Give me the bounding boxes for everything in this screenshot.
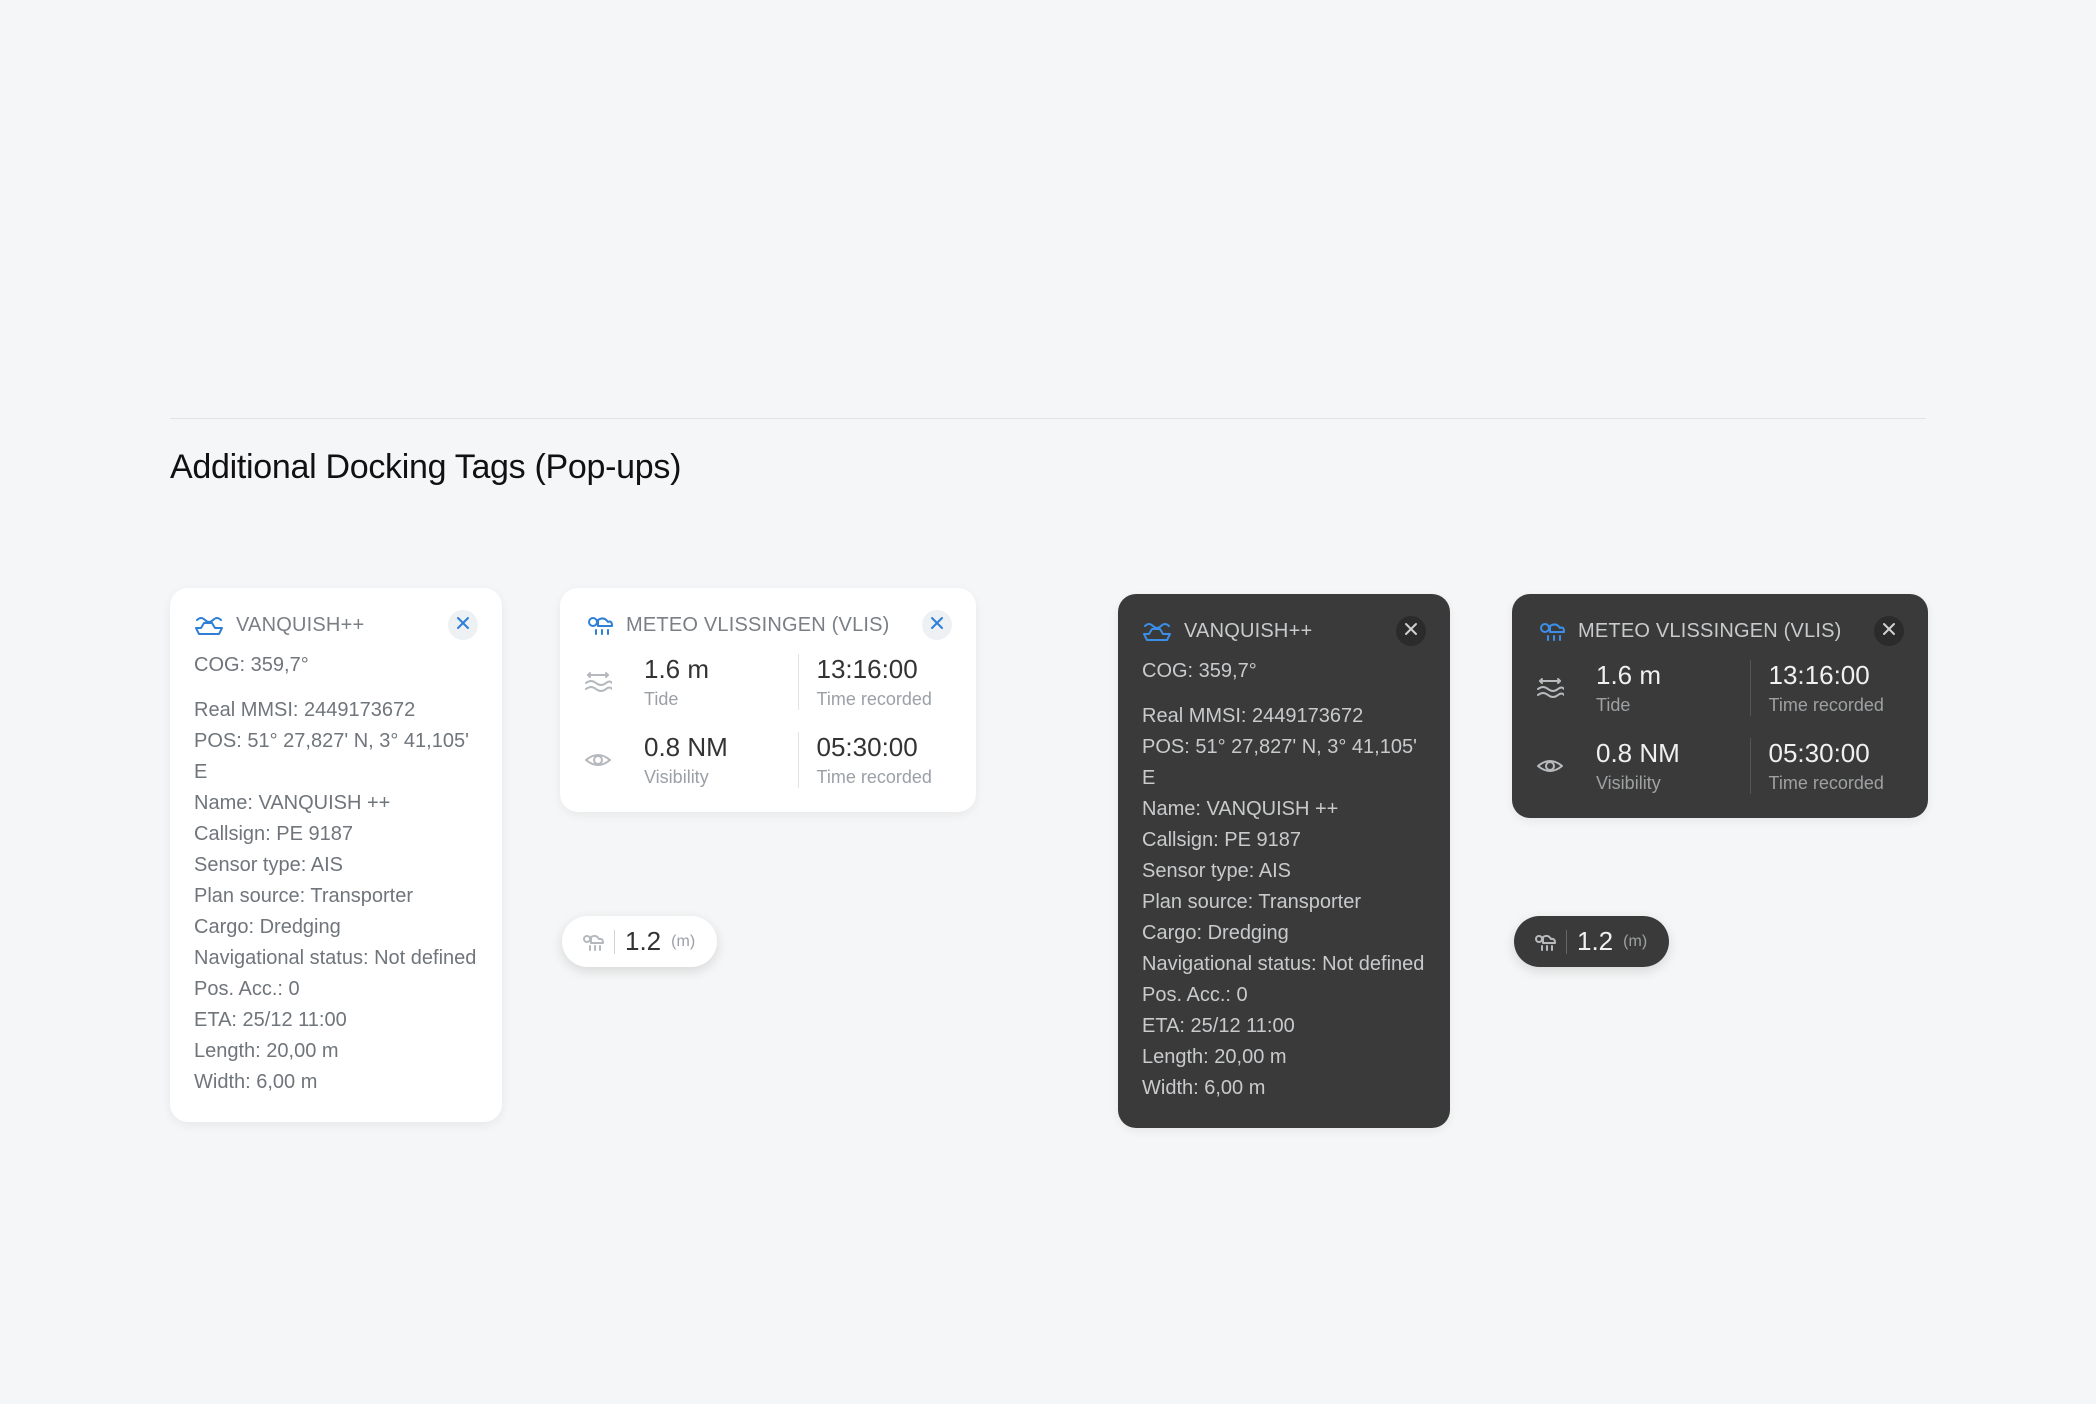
detail-row: Real MMSI: 2449173672	[194, 695, 478, 726]
card-title: METEO VLISSINGEN (VLIS)	[1578, 620, 1842, 643]
visibility-label: Visibility	[1596, 773, 1732, 794]
tide-cell: 1.6 m Tide	[644, 654, 780, 710]
time-label: Time recorded	[1769, 773, 1905, 794]
visibility-label: Visibility	[644, 767, 780, 788]
vessel-popup-dark: VANQUISH++ COG: 359,7° Real MMSI: 244917…	[1118, 594, 1450, 1128]
card-title: VANQUISH++	[1184, 620, 1312, 643]
visibility-cell: 0.8 NM Visibility	[644, 732, 780, 788]
detail-row: Cargo: Dredging	[1142, 918, 1426, 949]
ship-icon	[194, 614, 224, 636]
separator	[1750, 738, 1751, 794]
separator	[798, 654, 799, 710]
meteo-readings: 1.6 m Tide 13:16:00 Time recorded 0.8 NM…	[1536, 660, 1904, 794]
vessel-details: Real MMSI: 2449173672 POS: 51° 27,827' N…	[194, 695, 478, 1098]
card-header: METEO VLISSINGEN (VLIS)	[584, 610, 952, 640]
vessel-details: Real MMSI: 2449173672 POS: 51° 27,827' N…	[1142, 701, 1426, 1104]
close-icon	[1882, 622, 1896, 641]
detail-row: Cargo: Dredging	[194, 912, 478, 943]
close-button[interactable]	[448, 610, 478, 640]
tide-label: Tide	[1596, 695, 1732, 716]
meteo-popup-dark: METEO VLISSINGEN (VLIS) 1.6 m Tide 13:16…	[1512, 594, 1928, 818]
tide-icon	[584, 671, 626, 693]
separator	[1750, 660, 1751, 716]
eye-icon	[1536, 756, 1578, 776]
time-label: Time recorded	[1769, 695, 1905, 716]
close-icon	[456, 616, 470, 635]
visibility-time-cell: 05:30:00 Time recorded	[817, 732, 953, 788]
detail-row: Length: 20,00 m	[1142, 1042, 1426, 1073]
weather-icon	[580, 932, 604, 952]
tide-value: 1.6 m	[1596, 660, 1732, 691]
detail-row: Navigational status: Not defined	[1142, 949, 1426, 980]
detail-row: Sensor type: AIS	[1142, 856, 1426, 887]
close-button[interactable]	[922, 610, 952, 640]
weather-icon	[1536, 620, 1566, 642]
close-button[interactable]	[1874, 616, 1904, 646]
card-header: METEO VLISSINGEN (VLIS)	[1536, 616, 1904, 646]
detail-row: Length: 20,00 m	[194, 1036, 478, 1067]
card-header: VANQUISH++	[1142, 616, 1426, 646]
detail-row: ETA: 25/12 11:00	[194, 1005, 478, 1036]
tide-label: Tide	[644, 689, 780, 710]
detail-row: POS: 51° 27,827' N, 3° 41,105' E	[194, 726, 478, 788]
time-label: Time recorded	[817, 767, 953, 788]
card-title: METEO VLISSINGEN (VLIS)	[626, 614, 890, 637]
pill-value: 1.2	[1577, 926, 1613, 957]
visibility-time-cell: 05:30:00 Time recorded	[1769, 738, 1905, 794]
visibility-time: 05:30:00	[817, 732, 953, 763]
time-label: Time recorded	[817, 689, 953, 710]
close-icon	[1404, 622, 1418, 641]
separator	[614, 930, 615, 954]
detail-row: Plan source: Transporter	[1142, 887, 1426, 918]
visibility-cell: 0.8 NM Visibility	[1596, 738, 1732, 794]
detail-row: Navigational status: Not defined	[194, 943, 478, 974]
meteo-pill-dark[interactable]: 1.2 (m)	[1514, 916, 1669, 967]
section-title: Additional Docking Tags (Pop-ups)	[170, 448, 681, 487]
detail-row: Sensor type: AIS	[194, 850, 478, 881]
pill-unit: (m)	[1623, 933, 1647, 951]
detail-row: Real MMSI: 2449173672	[1142, 701, 1426, 732]
detail-row: ETA: 25/12 11:00	[1142, 1011, 1426, 1042]
meteo-popup-light: METEO VLISSINGEN (VLIS) 1.6 m Tide 13:16…	[560, 588, 976, 812]
close-button[interactable]	[1396, 616, 1426, 646]
pill-unit: (m)	[671, 933, 695, 951]
detail-row: Pos. Acc.: 0	[194, 974, 478, 1005]
separator	[798, 732, 799, 788]
tide-icon	[1536, 677, 1578, 699]
cog-value: COG: 359,7°	[194, 654, 478, 677]
pill-value: 1.2	[625, 926, 661, 957]
divider	[170, 418, 1926, 419]
tide-time: 13:16:00	[817, 654, 953, 685]
detail-row: Name: VANQUISH ++	[1142, 794, 1426, 825]
meteo-readings: 1.6 m Tide 13:16:00 Time recorded 0.8 NM…	[584, 654, 952, 788]
weather-icon	[1532, 932, 1556, 952]
eye-icon	[584, 750, 626, 770]
detail-row: Callsign: PE 9187	[1142, 825, 1426, 856]
ship-icon	[1142, 620, 1172, 642]
tide-cell: 1.6 m Tide	[1596, 660, 1732, 716]
close-icon	[930, 616, 944, 635]
tide-value: 1.6 m	[644, 654, 780, 685]
detail-row: Pos. Acc.: 0	[1142, 980, 1426, 1011]
vessel-popup-light: VANQUISH++ COG: 359,7° Real MMSI: 244917…	[170, 588, 502, 1122]
visibility-value: 0.8 NM	[1596, 738, 1732, 769]
detail-row: Width: 6,00 m	[194, 1067, 478, 1098]
detail-row: Callsign: PE 9187	[194, 819, 478, 850]
detail-row: Name: VANQUISH ++	[194, 788, 478, 819]
tide-time: 13:16:00	[1769, 660, 1905, 691]
card-title: VANQUISH++	[236, 614, 364, 637]
separator	[1566, 930, 1567, 954]
meteo-pill-light[interactable]: 1.2 (m)	[562, 916, 717, 967]
visibility-value: 0.8 NM	[644, 732, 780, 763]
detail-row: POS: 51° 27,827' N, 3° 41,105' E	[1142, 732, 1426, 794]
cog-value: COG: 359,7°	[1142, 660, 1426, 683]
tide-time-cell: 13:16:00 Time recorded	[817, 654, 953, 710]
detail-row: Plan source: Transporter	[194, 881, 478, 912]
visibility-time: 05:30:00	[1769, 738, 1905, 769]
detail-row: Width: 6,00 m	[1142, 1073, 1426, 1104]
tide-time-cell: 13:16:00 Time recorded	[1769, 660, 1905, 716]
weather-icon	[584, 614, 614, 636]
card-header: VANQUISH++	[194, 610, 478, 640]
